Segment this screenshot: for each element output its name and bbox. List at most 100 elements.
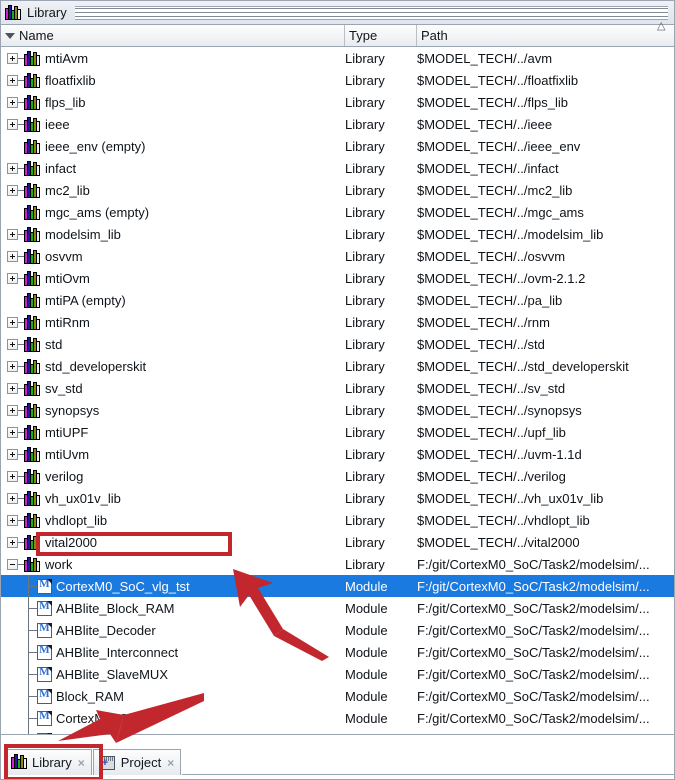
row-name-label: verilog [45,468,84,484]
row-path-cell: F:/git/CortexM0_SoC/Task2/modelsim/... [417,622,650,638]
table-row[interactable]: vhdlopt_lib Library $MODEL_TECH/../vhdlopt… [1,509,674,531]
expand-plus-icon[interactable] [7,360,18,372]
table-row[interactable]: work Library F:/git/CortexM0_SoC/Task2/mod… [1,553,674,575]
row-name-cell: synopsys [1,399,345,421]
expand-plus-icon[interactable] [7,470,18,482]
row-path-cell: $MODEL_TECH/../vh_ux01v_lib [417,490,604,506]
row-name-label: floatfixlib [45,72,96,88]
row-path-cell: $MODEL_TECH/../infact [417,160,559,176]
row-name-cell: mgc_ams (empty) [1,201,345,223]
expand-plus-icon[interactable] [7,74,18,86]
library-icon [24,138,41,154]
column-header-type[interactable]: Type [345,25,417,46]
table-row[interactable]: vh_ux01v_lib Library $MODEL_TECH/../vh_ux0… [1,487,674,509]
table-row[interactable]: AHBlite_Block_RAM Module F:/git/CortexM0_S… [1,597,674,619]
table-row[interactable]: mtiUPF Library $MODEL_TECH/../upf_lib [1,421,674,443]
row-name-cell: mtiAvm [1,47,345,69]
expand-plus-icon[interactable] [7,426,18,438]
window-drag-grip[interactable] [74,5,668,20]
table-row[interactable]: ieee_env (empty) Library $MODEL_TECH/../ie… [1,135,674,157]
tab-project[interactable]: Project × [92,749,182,775]
row-path-cell: $MODEL_TECH/../osvvm [417,248,566,264]
table-row[interactable]: vital2000 Library $MODEL_TECH/../vital2000 [1,531,674,553]
table-row[interactable]: mc2_lib Library $MODEL_TECH/../mc2_lib [1,179,674,201]
expand-plus-icon[interactable] [7,162,18,174]
expand-plus-icon[interactable] [7,382,18,394]
table-row[interactable]: verilog Library $MODEL_TECH/../verilog [1,465,674,487]
row-type-cell: Library [345,534,385,550]
row-name-label: mtiOvm [45,270,90,286]
table-row[interactable]: modelsim_lib Library $MODEL_TECH/../models… [1,223,674,245]
tab-library[interactable]: Library × [5,749,92,775]
expand-plus-icon[interactable] [7,404,18,416]
table-row[interactable]: AHBlite_Decoder Module F:/git/CortexM0_SoC… [1,619,674,641]
column-header-name[interactable]: Name [1,25,345,46]
row-name-label: sv_std [45,380,83,396]
table-row[interactable]: CortexM0_SoC_vlg_tst Module F:/git/CortexM… [1,575,674,597]
row-type-cell: Module [345,644,388,660]
row-name-cell: modelsim_lib [1,223,345,245]
table-row[interactable]: Block_RAM Module F:/git/CortexM0_SoC/Task2… [1,685,674,707]
expand-plus-icon[interactable] [7,272,18,284]
row-name-label: ieee_env (empty) [45,138,146,154]
table-row[interactable]: infact Library $MODEL_TECH/../infact [1,157,674,179]
expand-plus-icon[interactable] [7,448,18,460]
library-books-icon [5,5,22,20]
row-name-label: AHBlite_Block_RAM [56,600,175,616]
tree-connector [23,641,37,663]
column-header-path[interactable]: Path [417,21,674,46]
row-name-cell: mtiPA (empty) [1,289,345,311]
row-type-cell: Library [345,490,385,506]
expand-plus-icon[interactable] [7,228,18,240]
table-row[interactable]: std Library $MODEL_TECH/../std [1,333,674,355]
row-name-label: AHBlite_Interconnect [56,644,179,660]
row-name-label: vhdlopt_lib [45,512,108,528]
row-name-cell: Block_RAM [1,685,345,707]
table-row[interactable]: CortexM0_SoC Module F:/git/CortexM0_SoC/Ta… [1,707,674,729]
table-row[interactable]: mtiUvm Library $MODEL_TECH/../uvm-1.1d [1,443,674,465]
expand-plus-icon[interactable] [7,52,18,64]
row-name-cell: sv_std [1,377,345,399]
expand-plus-icon[interactable] [7,250,18,262]
expand-plus-icon[interactable] [7,118,18,130]
table-row[interactable]: flps_lib Library $MODEL_TECH/../flps_lib [1,91,674,113]
table-row[interactable]: sv_std Library $MODEL_TECH/../sv_std [1,377,674,399]
tab-library-close-icon[interactable]: × [78,756,85,770]
window-title: Library [27,5,67,20]
filter-caret-icon[interactable] [5,32,15,39]
row-name-label: infact [45,160,77,176]
expand-plus-icon[interactable] [7,492,18,504]
table-row[interactable]: mtiAvm Library $MODEL_TECH/../avm [1,47,674,69]
table-row[interactable]: std_developerskit Library $MODEL_TECH/../s… [1,355,674,377]
table-row[interactable]: floatfixlib Library $MODEL_TECH/../floatfi… [1,69,674,91]
row-path-cell: F:/git/CortexM0_SoC/Task2/modelsim/... [417,688,650,704]
ascending-triangle-icon[interactable] [657,21,667,39]
tab-project-close-icon[interactable]: × [167,756,174,770]
library-icon [24,204,41,220]
row-name-label: mtiPA (empty) [45,292,126,308]
expand-plus-icon[interactable] [7,184,18,196]
table-row[interactable]: mtiRnm Library $MODEL_TECH/../rnm [1,311,674,333]
expand-plus-icon[interactable] [7,96,18,108]
table-row[interactable]: osvvm Library $MODEL_TECH/../osvvm [1,245,674,267]
expand-plus-icon[interactable] [7,514,18,526]
library-tree-list[interactable]: mtiAvm Library $MODEL_TECH/../avm floatfixl… [1,47,674,735]
table-row[interactable]: AHBlite_SlaveMUX Module F:/git/CortexM0_So… [1,663,674,685]
table-row[interactable]: ieee Library $MODEL_TECH/../ieee [1,113,674,135]
table-row[interactable]: mtiPA (empty) Library $MODEL_TECH/../pa_li… [1,289,674,311]
table-row[interactable]: synopsys Library $MODEL_TECH/../synopsys [1,399,674,421]
row-path-cell: $MODEL_TECH/../synopsys [417,402,582,418]
expand-plus-icon[interactable] [7,338,18,350]
collapse-minus-icon[interactable] [7,558,18,570]
library-icon [24,270,41,286]
expand-plus-icon[interactable] [7,316,18,328]
table-row[interactable]: mgc_ams (empty) Library $MODEL_TECH/../mgc… [1,201,674,223]
library-icon [24,380,41,396]
row-type-cell: Library [345,94,385,110]
expand-plus-icon[interactable] [7,536,18,548]
row-name-label: Block_RAM [56,688,124,704]
table-row[interactable]: AHBlite_Interconnect Module F:/git/CortexM… [1,641,674,663]
table-row[interactable]: mtiOvm Library $MODEL_TECH/../ovm-2.1.2 [1,267,674,289]
